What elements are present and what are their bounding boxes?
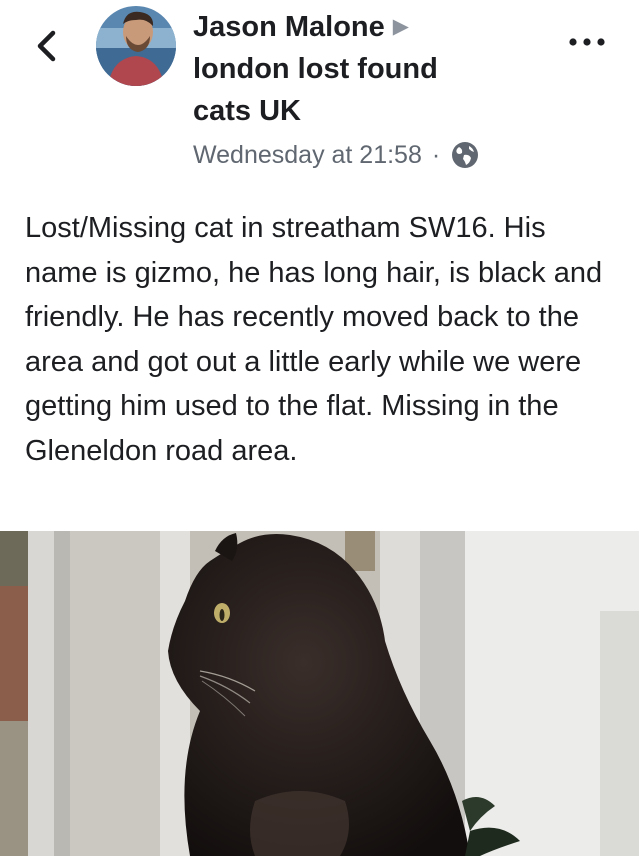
timestamp-row: Wednesday at 21:58 · [193,138,553,172]
timestamp[interactable]: Wednesday at 21:58 [193,138,422,172]
author-and-group: Jason Malone ▶ london lost found cats UK [193,6,553,132]
more-options-icon[interactable] [565,32,609,52]
group-name-line2[interactable]: cats UK [193,95,301,127]
triangle-right-icon: ▶ [392,15,409,38]
avatar[interactable] [96,6,176,86]
post-body-text: Lost/Missing cat in streatham SW16. His … [25,212,603,467]
cat-photo-image [0,531,639,856]
author-name[interactable]: Jason Malone [193,11,385,43]
separator: · [431,141,441,169]
group-name-line1[interactable]: london lost found [193,53,438,85]
post-meta: Jason Malone ▶ london lost found cats UK … [193,6,553,172]
post-header: Jason Malone ▶ london lost found cats UK … [0,0,639,185]
post-photo[interactable] [0,531,639,856]
globe-icon [452,142,479,168]
back-chevron-icon[interactable] [30,28,66,64]
avatar-photo [96,6,176,86]
